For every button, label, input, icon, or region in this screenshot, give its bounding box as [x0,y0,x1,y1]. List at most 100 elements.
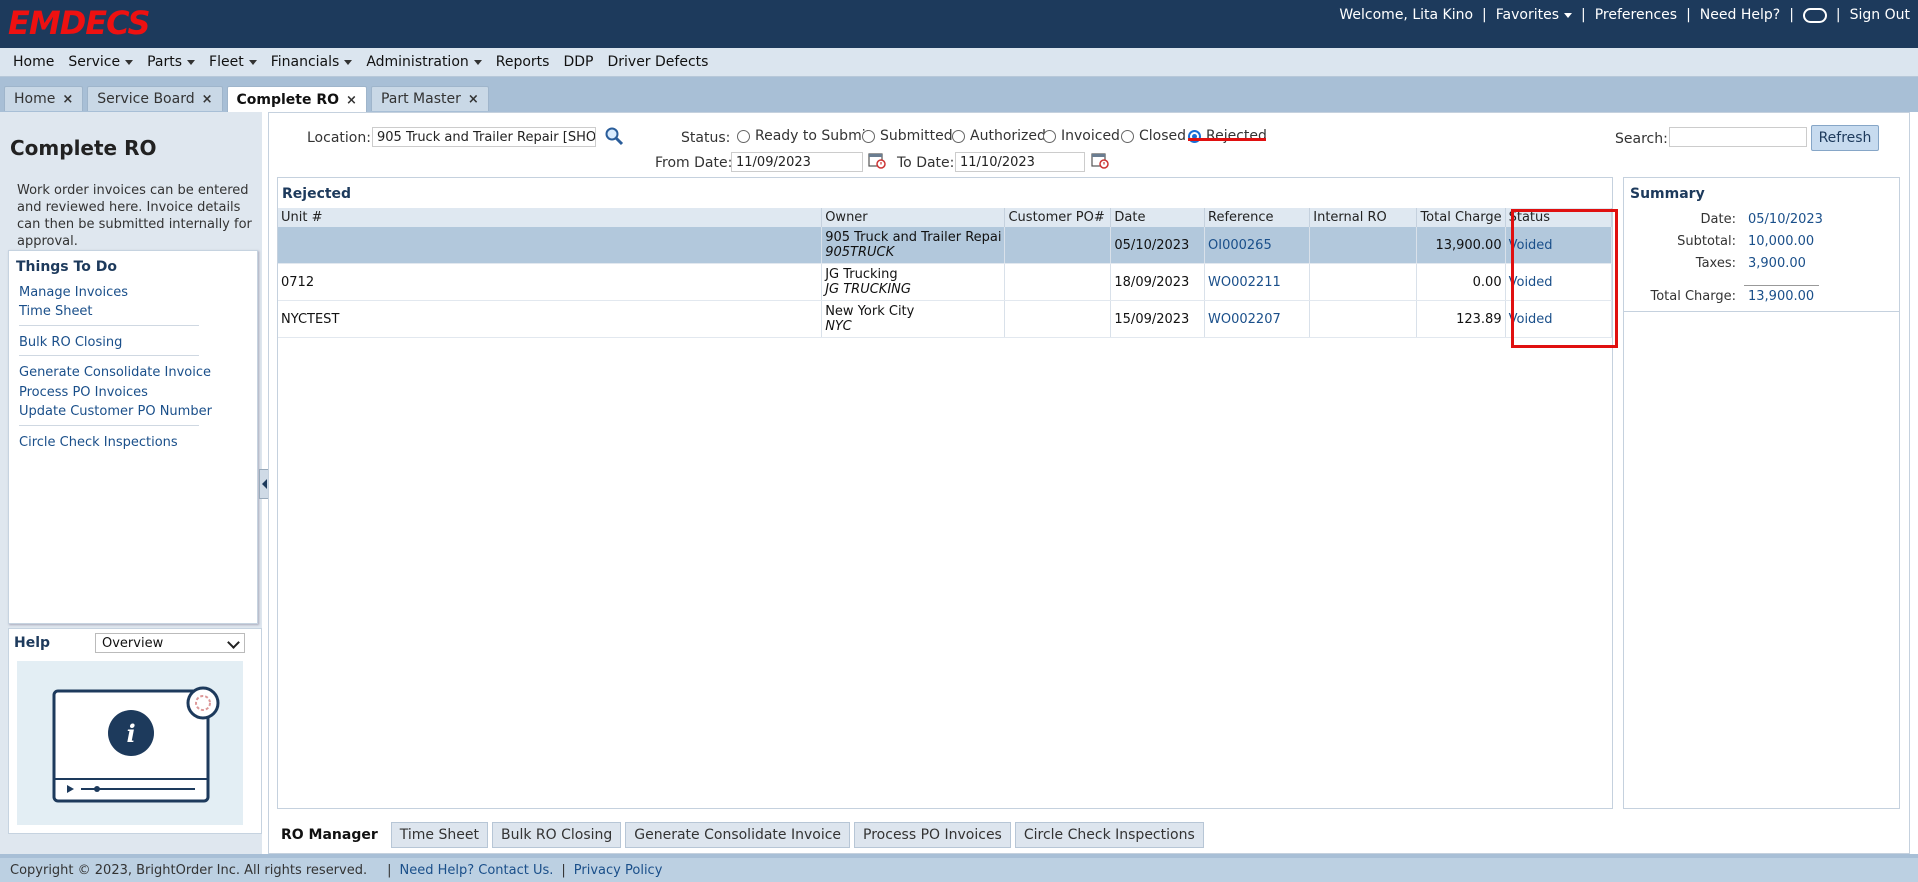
close-icon[interactable]: × [62,92,73,107]
video-info-icon: i [52,686,220,803]
emdecs-logo[interactable]: EMDECS [8,4,151,42]
status-authorized-radio[interactable]: Authorized [952,128,1046,144]
process-po-invoices-link[interactable]: Process PO Invoices [19,385,148,400]
subtab-generate-consolidate-invoice[interactable]: Generate Consolidate Invoice [625,822,851,848]
radio-label: Closed [1139,128,1187,144]
nav-item-service[interactable]: Service [68,54,134,70]
bulk-ro-closing-link[interactable]: Bulk RO Closing [19,335,122,350]
nav-item-administration[interactable]: Administration [366,54,482,70]
close-icon[interactable]: × [468,92,479,107]
column-header[interactable]: Reference [1204,208,1311,227]
time-sheet-link[interactable]: Time Sheet [19,304,93,319]
invoice-table: Unit # Owner Customer PO# Date Reference Inte… [278,208,1613,338]
reference-link[interactable]: WO002211 [1208,275,1281,290]
status-link[interactable]: Voided [1509,312,1553,327]
internal-ro-cell [1309,263,1418,301]
total-charge-cell: 123.89 [1416,300,1506,338]
help-topic-select[interactable]: Overview [95,633,245,653]
subtab-process-po-invoices[interactable]: Process PO Invoices [854,822,1011,848]
subtab-circle-check-inspections[interactable]: Circle Check Inspections [1014,822,1204,848]
page-footer: Copyright © 2023, BrightOrder Inc. All r… [0,858,1918,882]
status-rejected-radio[interactable]: Rejected [1188,128,1267,144]
contact-help-link[interactable]: Need Help? Contact Us. [400,863,554,878]
radio-label: Submitted [880,128,953,144]
tab-service-board[interactable]: Service Board × [87,86,223,111]
column-header[interactable]: Owner [821,208,1006,227]
caret-down-icon [1564,12,1573,18]
tab-complete-ro[interactable]: Complete RO × [226,86,367,113]
content-panel: Location: 905 Truck and Trailer Repair [… [268,112,1910,854]
nav-label: Driver Defects [607,54,709,70]
status-invoiced-radio[interactable]: Invoiced [1043,128,1120,144]
from-date-input[interactable]: 11/09/2023 [731,152,863,172]
radio-circle [952,129,965,143]
table-row[interactable]: NYCTEST New York City NYC 15/09/2023 WO00220… [278,300,1613,338]
table-row[interactable]: 905 Truck and Trailer Repai 905TRUCK 05/10… [278,227,1613,264]
date-cell: 15/09/2023 [1110,300,1206,338]
refresh-button[interactable]: Refresh [1811,125,1879,151]
subtab-time-sheet[interactable]: Time Sheet [390,822,488,848]
top-header: EMDECS Welcome, Lita Kino | Favorites | … [0,0,1918,48]
column-header[interactable]: Unit # [278,208,823,227]
reference-link[interactable]: OI000265 [1208,238,1272,253]
search-input[interactable] [1669,127,1807,147]
status-link[interactable]: Voided [1509,238,1553,253]
nav-item-driver-defects[interactable]: Driver Defects [607,54,708,70]
nav-label: Administration [366,54,469,70]
column-header[interactable]: Date [1110,208,1206,227]
nav-item-reports[interactable]: Reports [496,54,550,70]
close-icon[interactable]: × [346,93,357,108]
privacy-policy-link[interactable]: Privacy Policy [574,863,663,878]
subtab-ro-manager[interactable]: RO Manager [272,822,387,848]
tab-home[interactable]: Home × [4,86,84,111]
summary-date-value: 05/10/2023 [1748,212,1823,227]
table-row[interactable]: 0712 JG Trucking JG TRUCKING 18/09/2023 WO00… [278,263,1613,301]
calendar-icon[interactable] [868,151,886,169]
status-ready-to-submit-radio[interactable]: Ready to Submit [737,128,871,144]
sub-page-tabs: RO Manager Time Sheet Bulk RO Closing Gener… [272,822,1204,848]
column-header[interactable]: Total Charge [1416,208,1506,227]
need-help-link[interactable]: Need Help? [1700,7,1780,23]
search-icon[interactable] [604,126,624,146]
radio-label: Ready to Submit [755,128,872,144]
chat-bubble-icon[interactable] [1802,7,1827,23]
close-icon[interactable]: × [202,92,213,107]
summary-date-label: Date: [1700,212,1736,227]
status-closed-radio[interactable]: Closed [1121,128,1186,144]
nav-label: Service [68,54,121,70]
radio-label: Rejected [1206,128,1267,144]
status-link[interactable]: Voided [1509,275,1553,290]
from-date-label: From Date: [655,155,733,171]
status-submitted-radio[interactable]: Submitted [862,128,953,144]
sign-out-link[interactable]: Sign Out [1850,7,1910,23]
nav-label: Fleet [209,54,244,70]
location-input[interactable]: 905 Truck and Trailer Repair [SHOP] [372,127,596,147]
column-header[interactable]: Customer PO# [1004,208,1112,227]
welcome-text: Welcome, Lita Kino [1339,7,1474,23]
column-header[interactable]: Internal RO [1309,208,1418,227]
help-video-thumbnail[interactable]: i [17,661,243,825]
nav-item-fleet[interactable]: Fleet [209,54,257,70]
generate-consolidate-invoice-link[interactable]: Generate Consolidate Invoice [19,365,211,380]
tab-part-master[interactable]: Part Master × [370,86,489,111]
nav-item-parts[interactable]: Parts [147,54,196,70]
column-header[interactable]: Status [1505,208,1613,227]
subtab-bulk-ro-closing[interactable]: Bulk RO Closing [491,822,622,848]
preferences-link[interactable]: Preferences [1595,7,1677,23]
user-menu: Welcome, Lita Kino | Favorites | Prefere… [1339,6,1910,24]
to-date-input[interactable]: 11/10/2023 [955,152,1085,172]
nav-item-ddp[interactable]: DDP [563,54,593,70]
manage-invoices-link[interactable]: Manage Invoices [19,285,128,300]
customer-po-cell [1004,263,1112,301]
separator: | [1686,7,1691,23]
calendar-icon[interactable] [1091,151,1109,169]
radio-circle [737,129,750,143]
nav-item-home[interactable]: Home [13,54,54,70]
circle-check-inspections-link[interactable]: Circle Check Inspections [19,435,178,450]
date-cell: 18/09/2023 [1110,263,1206,301]
nav-item-financials[interactable]: Financials [271,54,353,70]
reference-link[interactable]: WO002207 [1208,312,1281,327]
update-customer-po-link[interactable]: Update Customer PO Number [19,404,212,419]
favorites-menu[interactable]: Favorites [1496,7,1573,23]
chevron-down-icon [227,636,240,649]
